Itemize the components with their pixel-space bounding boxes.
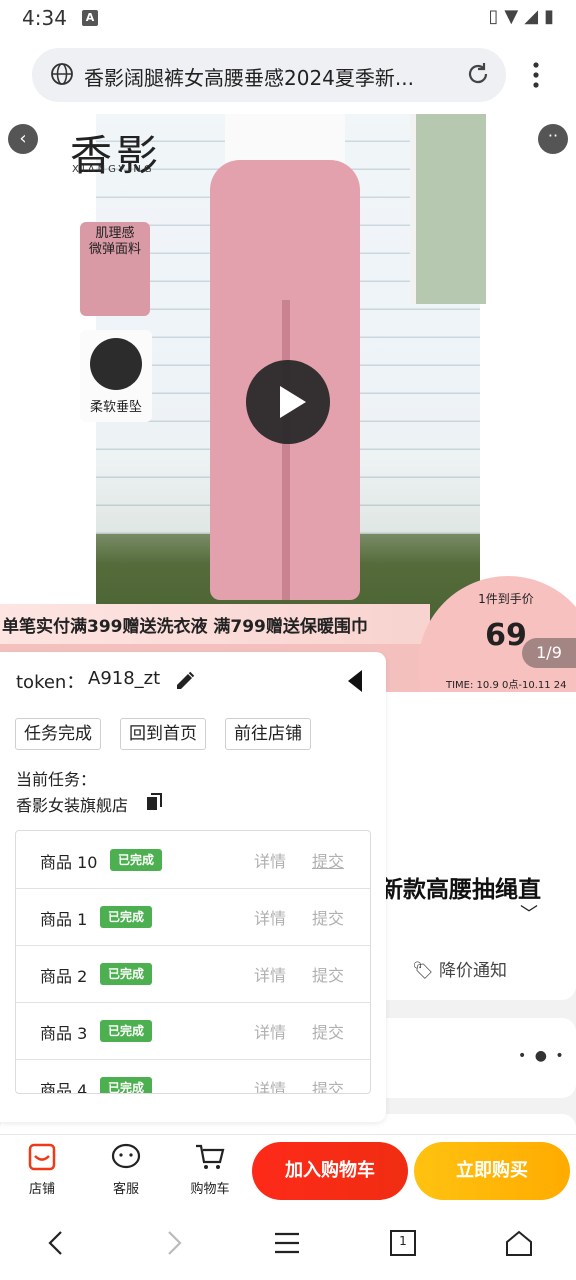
yen-tag-icon: 🏷 (412, 961, 434, 981)
detail-link[interactable]: 详情 (254, 962, 286, 986)
promo-text: 单笔实付满399赠送洗衣液 满799赠送保暖围巾 (2, 617, 368, 637)
token-value: A918_zt (88, 668, 161, 689)
submit-link[interactable]: 提交 (312, 905, 344, 929)
list-item[interactable]: 商品 10 已完成 详情 提交 (16, 831, 370, 889)
status-time: 4:34 (22, 6, 67, 30)
list-item[interactable]: 商品 2 已完成 详情 提交 (16, 945, 370, 1003)
product-title: 新款高腰抽绳直 (380, 877, 541, 903)
photo-top (225, 114, 345, 164)
detail-link[interactable]: 详情 (254, 1076, 286, 1093)
price-notice-button[interactable]: 🏷 降价通知 (412, 956, 507, 981)
wifi-icon: ▼ (504, 6, 525, 27)
status-badge: 已完成 (100, 963, 153, 985)
collapse-panel-icon[interactable] (346, 668, 364, 694)
tabs-button[interactable]: 1 (388, 1228, 418, 1258)
chevron-down-icon[interactable]: ﹀ (520, 900, 538, 926)
item-name: 商品 2 (40, 967, 88, 986)
item-name: 商品 1 (40, 910, 88, 929)
play-icon[interactable] (246, 360, 330, 444)
back-home-button[interactable]: 回到首页 (120, 718, 206, 750)
photo-window (410, 114, 486, 304)
current-task-store: 香影女装旗舰店 (16, 796, 129, 815)
system-icons: ▯▼◢▮ (489, 6, 561, 27)
vibrate-icon: ▯ (488, 6, 505, 27)
submit-link[interactable]: 提交 (312, 962, 344, 986)
edit-icon[interactable] (174, 670, 196, 692)
status-badge: 已完成 (100, 1020, 153, 1042)
store-label[interactable]: 店铺 (12, 1178, 72, 1197)
add-to-cart-button[interactable]: 加入购物车 (252, 1142, 408, 1200)
price-notice-label: 降价通知 (439, 961, 507, 981)
store-icon[interactable] (26, 1142, 58, 1172)
reload-icon[interactable] (464, 60, 492, 88)
price-label: 1件到手价 (478, 592, 534, 606)
menu-icon[interactable] (272, 1228, 302, 1258)
copy-icon[interactable] (146, 793, 162, 811)
service-icon[interactable] (110, 1142, 142, 1172)
cart-label[interactable]: 购物车 (180, 1178, 240, 1197)
status-badge: 已完成 (100, 906, 153, 928)
goto-store-button[interactable]: 前往店铺 (225, 718, 311, 750)
task-complete-button[interactable]: 任务完成 (15, 718, 101, 750)
list-item[interactable]: 商品 3 已完成 详情 提交 (16, 1002, 370, 1060)
texture-badge-text: 肌理感 微弹面料 (88, 226, 141, 257)
notification-icon: A (82, 10, 98, 26)
submit-link[interactable]: 提交 (312, 1019, 344, 1043)
buy-now-button[interactable]: 立即购买 (414, 1142, 570, 1200)
detail-link[interactable]: 详情 (254, 1019, 286, 1043)
tabs-count: 1 (399, 1234, 407, 1248)
detail-link[interactable]: 详情 (254, 848, 286, 872)
current-task-label: 当前任务： (16, 770, 97, 789)
item-name: 商品 4 (40, 1081, 88, 1094)
home-icon[interactable] (504, 1228, 534, 1258)
item-name: 商品 3 (40, 1024, 88, 1043)
drape-badge-text: 柔软垂坠 (89, 400, 142, 415)
token-label: token： (16, 672, 85, 693)
globe-icon (51, 63, 73, 85)
photo-pants-seam (282, 300, 290, 600)
gallery-page-indicator: 1/9 (522, 638, 576, 668)
item-name: 商品 10 (40, 853, 98, 872)
drape-icon (90, 338, 142, 390)
list-item[interactable]: 商品 4 已完成 详情 提交 (16, 1059, 370, 1094)
cart-icon[interactable] (194, 1142, 226, 1172)
brand-logo-sub: XIANGYING (72, 164, 155, 175)
forward-arrow-icon[interactable] (158, 1228, 188, 1258)
task-list: 商品 10 已完成 详情 提交 商品 1 已完成 详情 提交 商品 2 已完成 … (15, 830, 371, 1094)
back-icon[interactable]: ‹ (8, 124, 38, 154)
submit-link[interactable]: 提交 (312, 848, 344, 872)
detail-link[interactable]: 详情 (254, 905, 286, 929)
battery-icon: ▮ (544, 6, 560, 27)
signal-icon: ◢ (524, 6, 545, 27)
more-dots-icon[interactable]: • ● • (518, 1048, 566, 1064)
list-item[interactable]: 商品 1 已完成 详情 提交 (16, 888, 370, 946)
status-badge: 已完成 (100, 1077, 153, 1093)
more-icon[interactable]: ·· (538, 124, 568, 154)
service-label[interactable]: 客服 (96, 1178, 156, 1197)
status-badge: 已完成 (110, 849, 163, 871)
page-title-url[interactable]: 香影阔腿裤女高腰垂感2024夏季新... (84, 62, 454, 91)
back-arrow-icon[interactable] (42, 1228, 72, 1258)
submit-link[interactable]: 提交 (312, 1076, 344, 1093)
kebab-menu-icon[interactable] (524, 60, 548, 90)
